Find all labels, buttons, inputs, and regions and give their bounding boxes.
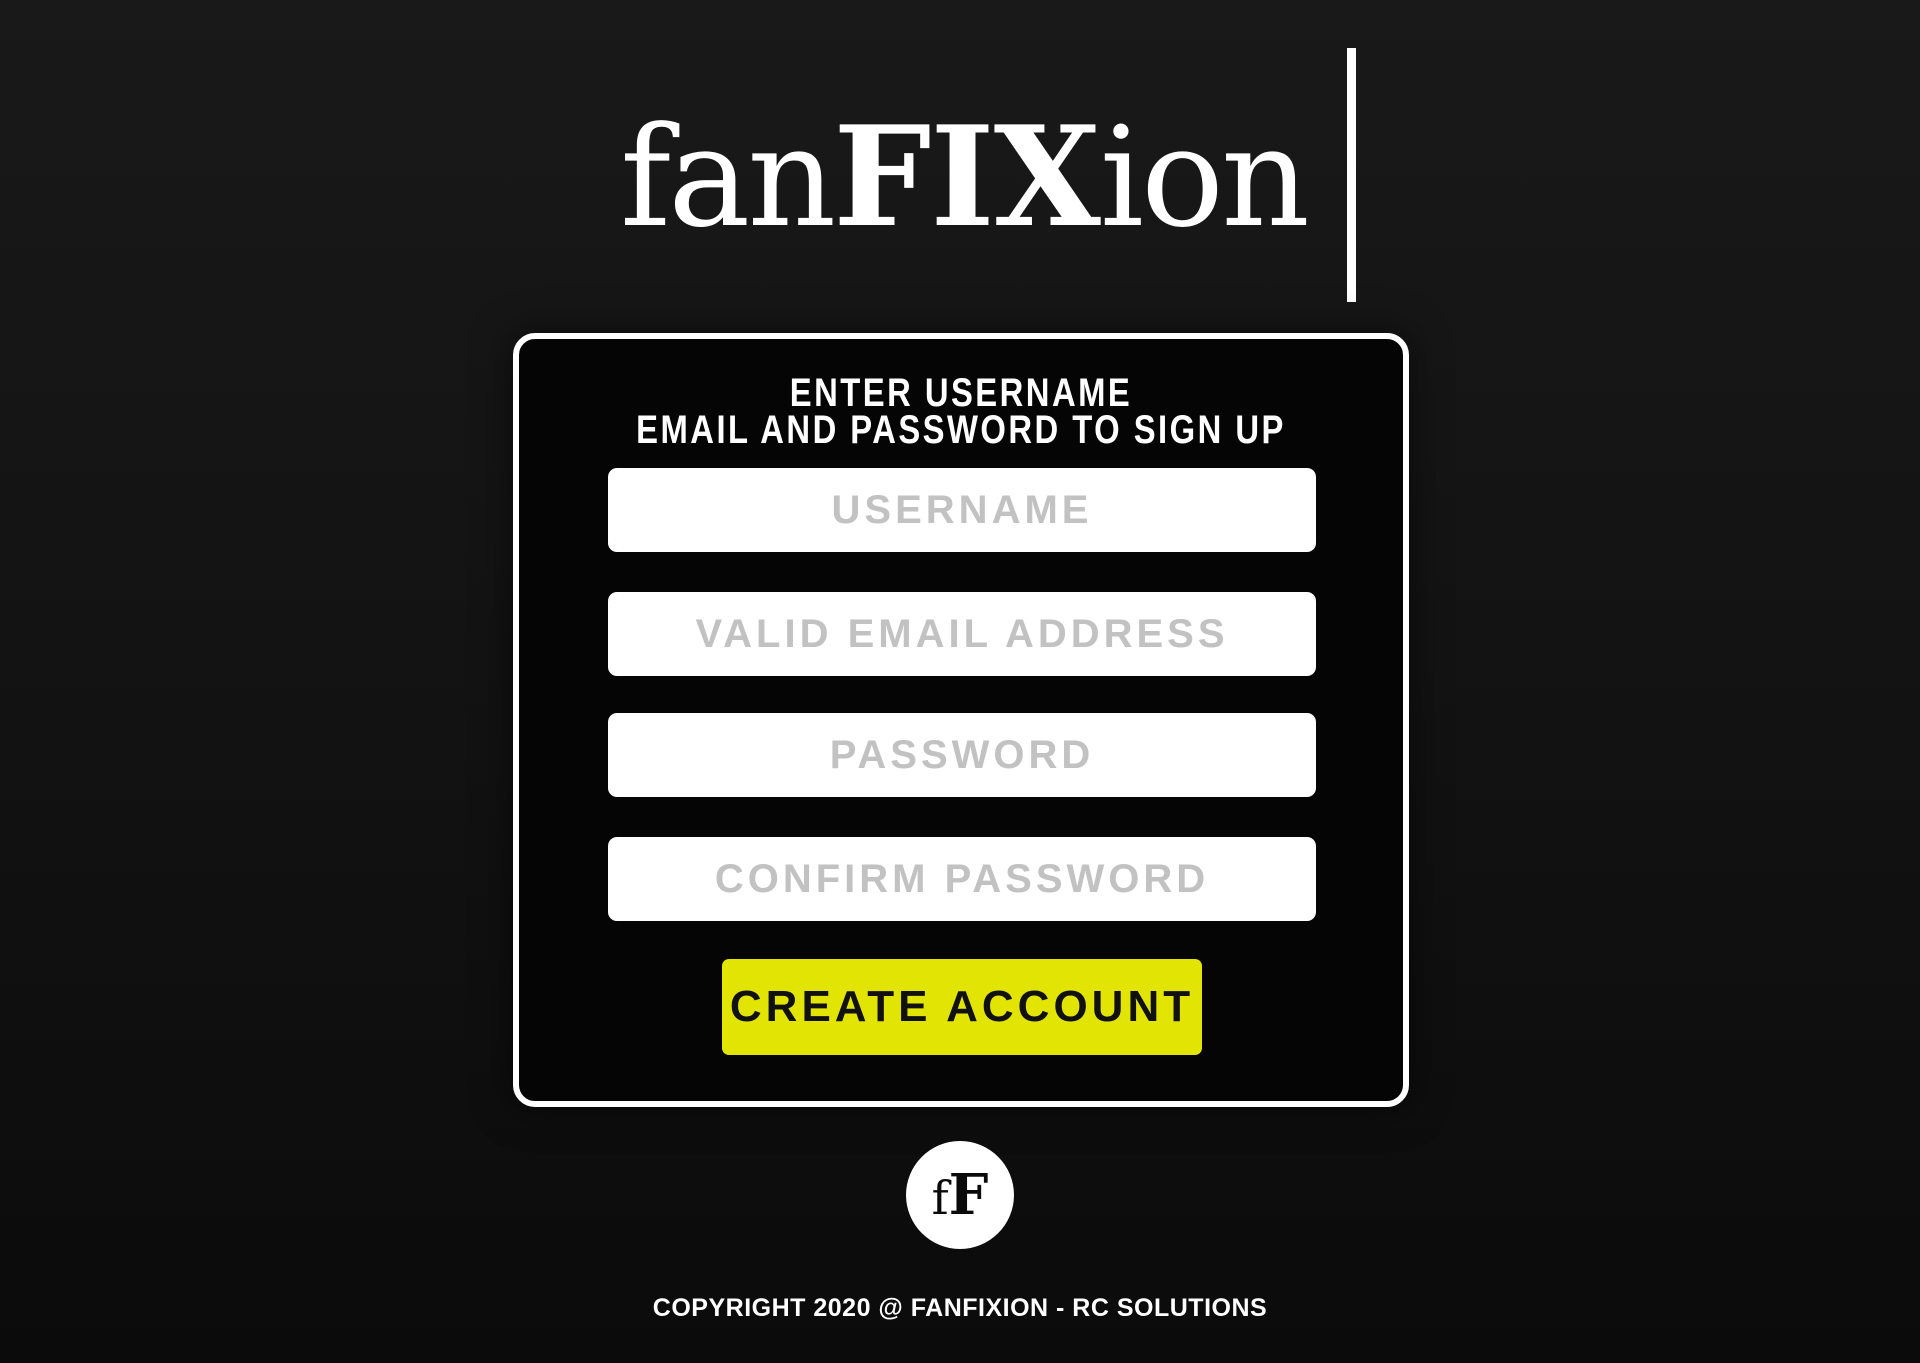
badge-letter-small: f [931,1171,949,1225]
confirm-password-input[interactable] [608,837,1316,921]
copyright-text: COPYRIGHT 2020 @ FANFIXION - RC SOLUTION… [652,1294,1268,1322]
logo-text-fan: fan [620,97,836,258]
fanfixion-logo: fanFIXion [620,108,1310,247]
password-input[interactable] [608,713,1316,797]
email-input[interactable] [608,592,1316,676]
signup-heading-line1: ENTER USERNAME [789,371,1133,415]
username-input[interactable] [608,468,1316,552]
signup-heading-line2: EMAIL AND PASSWORD TO SIGN UP [636,408,1286,452]
logo-text-fix: FIX [833,95,1101,258]
fanfixion-badge-icon: fF [906,1141,1014,1249]
signup-card: ENTER USERNAME EMAIL AND PASSWORD TO SIG… [513,333,1409,1107]
logo-text-ion: ion [1099,97,1310,258]
signup-heading: ENTER USERNAME EMAIL AND PASSWORD TO SIG… [599,371,1324,452]
create-account-button[interactable]: CREATE ACCOUNT [722,959,1202,1055]
text-cursor-bar [1347,48,1356,302]
badge-letter-big: F [948,1162,989,1228]
